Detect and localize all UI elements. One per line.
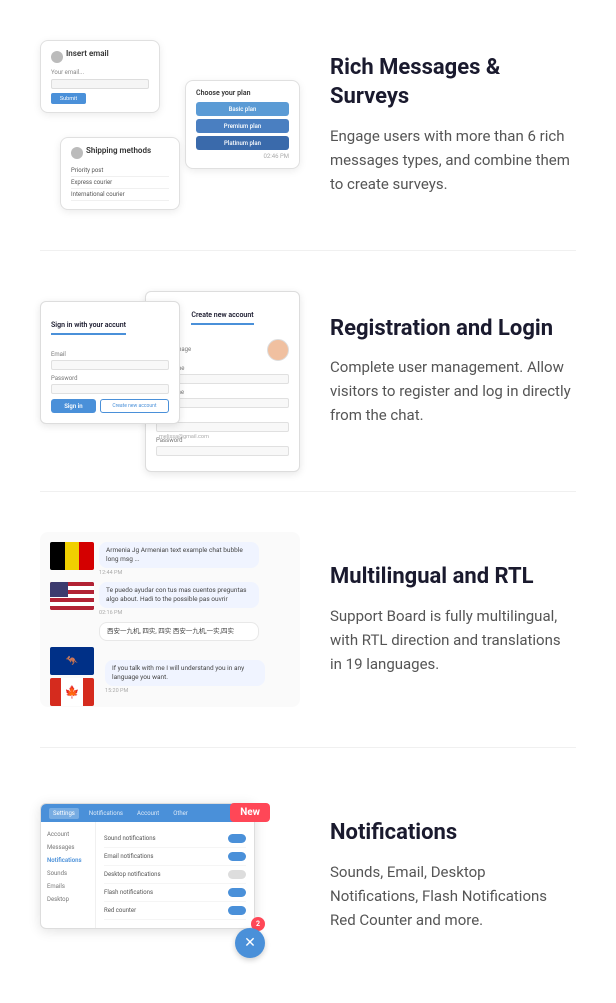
profile-avatar: [267, 339, 289, 361]
password-label: Password: [51, 375, 169, 382]
flash-label: Flash notifications: [104, 889, 153, 896]
notif-row-desktop: Desktop notifications: [104, 866, 246, 884]
chat-row-3: 西安一九机, 四实, 四实 西安一九机,一实,四实: [50, 622, 290, 641]
timestamp: 02:46 PM: [196, 153, 289, 160]
chat-bubble-1: Armenia Jg Armenian text example chat bu…: [99, 542, 259, 568]
flash-toggle[interactable]: [228, 888, 246, 897]
desktop-toggle[interactable]: [228, 870, 246, 879]
signin-header: Sign in with your accunt: [51, 321, 126, 335]
premium-plan-btn[interactable]: Premium plan: [196, 119, 289, 133]
platinum-plan-btn[interactable]: Platinum plan: [196, 136, 289, 150]
email-notif-label: Email notifications: [104, 853, 153, 860]
chat-row-1: Armenia Jg Armenian text example chat bu…: [50, 542, 290, 576]
sound-toggle[interactable]: [228, 834, 246, 843]
sound-label: Sound notifications: [104, 835, 156, 842]
counter-label: Red counter: [104, 907, 136, 914]
tab-other[interactable]: Other: [169, 808, 192, 819]
flag-usa: [50, 582, 94, 610]
chat-bubble-4: If you talk with me I will understand yo…: [105, 660, 265, 686]
submit-btn[interactable]: Submit: [51, 93, 86, 104]
chat-bubble-3: 西安一九机, 四实, 四实 西安一九机,一实,四实: [99, 622, 259, 641]
create-header: Create new account: [191, 311, 253, 325]
notifications-screen: Settings Notifications Account Other Acc…: [40, 803, 255, 929]
timestamp-2: 02:16 PM: [99, 610, 290, 616]
timestamp-3: 15:20 PM: [105, 688, 290, 694]
email-card: Insert email Your email... Submit: [40, 40, 160, 113]
flag-australia: 🦘: [50, 647, 94, 675]
notifications-image: New Settings Notifications Account Other…: [40, 788, 300, 963]
signin-card: Sign in with your accunt Email Password …: [40, 301, 180, 424]
tab-notifications[interactable]: Notifications: [85, 808, 127, 819]
create-account-button[interactable]: Create new account: [100, 399, 169, 413]
notifications-content: Sound notifications Email notifications …: [96, 822, 254, 928]
notif-row-flash: Flash notifications: [104, 884, 246, 902]
multilingual-title: Multilingual and RTL: [330, 563, 576, 592]
multilingual-image: Armenia Jg Armenian text example chat bu…: [40, 532, 300, 707]
shipping-option-1: Priority post: [71, 165, 169, 177]
new-badge: New: [230, 803, 270, 822]
flag-canada: 🍁: [50, 678, 94, 706]
close-icon: ✕: [244, 935, 256, 951]
email-toggle[interactable]: [228, 852, 246, 861]
rich-messages-text: Rich Messages & Surveys Engage users wit…: [330, 54, 576, 195]
password-input[interactable]: [51, 384, 169, 394]
notifications-sidebar: Account Messages Notifications Sounds Em…: [41, 822, 96, 928]
shipping-title: Shipping methods: [86, 146, 151, 155]
counter-toggle[interactable]: [228, 906, 246, 915]
tab-settings[interactable]: Settings: [49, 808, 79, 819]
registration-title: Registration and Login: [330, 315, 576, 344]
sidebar-desktop[interactable]: Desktop: [47, 893, 89, 906]
plan-card: Choose your plan Basic plan Premium plan…: [185, 80, 300, 169]
email-label: Email: [51, 351, 169, 358]
section-multilingual: Armenia Jg Armenian text example chat bu…: [0, 492, 616, 747]
notifications-title: Notifications: [330, 819, 576, 848]
multilingual-description: Support Board is fully multilingual, wit…: [330, 604, 576, 676]
notifications-topbar: Settings Notifications Account Other: [41, 804, 254, 822]
tab-account[interactable]: Account: [133, 808, 163, 819]
sidebar-sounds[interactable]: Sounds: [47, 867, 89, 880]
shipping-option-2: Express courier: [71, 177, 169, 189]
rich-messages-title: Rich Messages & Surveys: [330, 54, 576, 111]
rich-messages-description: Engage users with more than 6 rich messa…: [330, 124, 576, 196]
email-input[interactable]: [51, 360, 169, 370]
shipping-card: Shipping methods Priority post Express c…: [60, 137, 180, 210]
section-registration: Registration and Login Complete user man…: [0, 251, 616, 491]
timestamp-1: 12:44 PM: [99, 570, 290, 576]
signin-button[interactable]: Sign in: [51, 399, 96, 413]
multilingual-text: Multilingual and RTL Support Board is fu…: [330, 563, 576, 676]
flag-belgium: [50, 542, 94, 570]
password-input-2[interactable]: [156, 446, 289, 456]
desktop-label: Desktop notifications: [104, 871, 161, 878]
sidebar-messages[interactable]: Messages: [47, 841, 89, 854]
chat-row-4: 🦘 🍁 If you talk with me I will understan…: [50, 647, 290, 706]
section-notifications: Notifications Sounds, Email, Desktop Not…: [0, 748, 616, 1003]
basic-plan-btn[interactable]: Basic plan: [196, 102, 289, 116]
registration-image: Sign in with your accunt Email Password …: [40, 291, 300, 451]
email-placeholder: Your email...: [51, 69, 149, 76]
sidebar-emails[interactable]: Emails: [47, 880, 89, 893]
section-rich-messages: Insert email Your email... Submit Choose…: [0, 0, 616, 250]
password-label-2: Password: [156, 437, 289, 444]
float-close-button[interactable]: ✕: [235, 928, 265, 958]
chat-bubble-2: Te puedo ayudar con tus mas cuentos preg…: [99, 582, 259, 608]
notifications-description: Sounds, Email, Desktop Notifications, Fl…: [330, 860, 576, 932]
registration-text: Registration and Login Complete user man…: [330, 315, 576, 428]
chat-row-2: Te puedo ayudar con tus mas cuentos preg…: [50, 582, 290, 616]
sidebar-notifications[interactable]: Notifications: [47, 854, 89, 867]
notif-row-email: Email notifications: [104, 848, 246, 866]
registration-description: Complete user management. Allow visitors…: [330, 355, 576, 427]
notifications-body: Account Messages Notifications Sounds Em…: [41, 822, 254, 928]
sidebar-account[interactable]: Account: [47, 828, 89, 841]
insert-email-label: Insert email: [66, 49, 109, 58]
choose-plan-label: Choose your plan: [196, 89, 289, 97]
notif-row-counter: Red counter: [104, 902, 246, 920]
notif-row-sound: Sound notifications: [104, 830, 246, 848]
notifications-text: Notifications Sounds, Email, Desktop Not…: [330, 819, 576, 932]
shipping-option-3: International courier: [71, 189, 169, 201]
rich-messages-image: Insert email Your email... Submit Choose…: [40, 40, 300, 210]
